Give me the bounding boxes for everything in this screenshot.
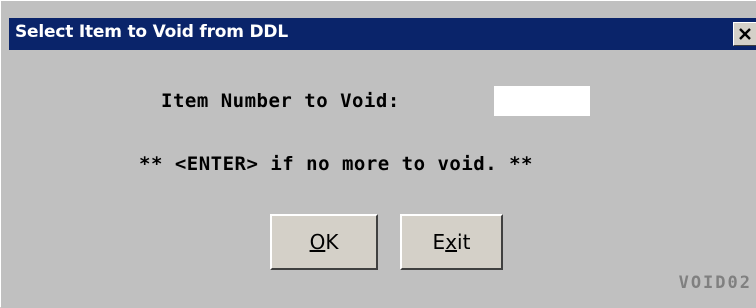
ok-mnemonic: O <box>309 230 326 254</box>
screen-id: VOID02 <box>678 273 752 293</box>
item-number-label: Item Number to Void: <box>161 90 400 112</box>
exit-label-prefix: E <box>432 230 446 254</box>
exit-label-rest: it <box>457 230 471 254</box>
left-edge <box>1 18 9 308</box>
exit-button[interactable]: Ex it <box>400 214 503 270</box>
exit-mnemonic: x <box>445 230 458 254</box>
enter-hint-text: ** <ENTER> if no more to void. ** <box>139 153 533 175</box>
top-strip <box>1 1 756 18</box>
close-button[interactable] <box>733 22 756 46</box>
ok-button[interactable]: OK <box>270 214 378 270</box>
item-number-input[interactable] <box>494 86 590 116</box>
window-title: Select Item to Void from DDL <box>15 22 288 42</box>
ok-label-rest: K <box>325 230 339 254</box>
void-item-dialog: Select Item to Void from DDL Item Number… <box>0 0 756 308</box>
dialog-body <box>9 50 756 308</box>
title-bar: Select Item to Void from DDL <box>9 18 756 50</box>
close-icon <box>738 25 752 46</box>
